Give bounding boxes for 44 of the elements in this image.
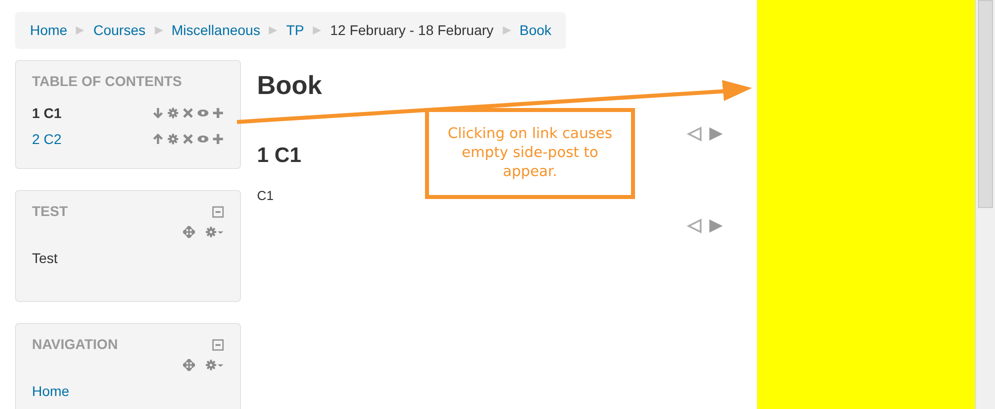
delete-icon[interactable]: [182, 107, 194, 119]
up-arrow-icon[interactable]: [152, 133, 164, 145]
settings-icon[interactable]: [167, 107, 179, 119]
block-title: TABLE OF CONTENTS: [32, 72, 183, 91]
down-arrow-icon[interactable]: [152, 107, 164, 119]
collapse-icon[interactable]: [212, 206, 224, 218]
separator-icon: [154, 25, 164, 36]
separator-icon: [502, 25, 512, 36]
toc-item[interactable]: 2 C2: [32, 128, 62, 150]
toc-item[interactable]: 1 C1: [32, 102, 62, 124]
chapter-title: 1 C1: [257, 143, 302, 168]
chapter-text: C1: [257, 187, 275, 206]
next-icon[interactable]: [708, 126, 724, 142]
settings-menu-icon[interactable]: [205, 359, 224, 371]
nav-link-item[interactable]: Home: [32, 381, 224, 402]
block-title: NAVIGATION: [32, 335, 118, 354]
block-content: Test: [32, 249, 59, 268]
previous-icon[interactable]: [686, 126, 702, 142]
eye-icon[interactable]: [197, 133, 209, 145]
scrollbar-thumb[interactable]: [978, 0, 993, 208]
breadcrumb-link[interactable]: Home: [30, 20, 68, 41]
add-icon[interactable]: [212, 133, 224, 145]
breadcrumb-link[interactable]: Courses: [93, 20, 146, 41]
move-icon[interactable]: [183, 226, 195, 238]
breadcrumb-link[interactable]: Miscellaneous: [172, 20, 260, 41]
separator-icon: [268, 25, 278, 36]
callout-text: Clicking on link causes empty side-post to appear.: [425, 108, 635, 199]
delete-icon[interactable]: [182, 133, 194, 145]
breadcrumb-link[interactable]: TP: [286, 20, 304, 41]
breadcrumb-link[interactable]: Book: [520, 20, 552, 41]
settings-menu-icon[interactable]: [205, 226, 224, 238]
move-icon[interactable]: [183, 359, 195, 371]
separator-icon: [75, 25, 86, 36]
breadcrumb-text: 12 February - 18 February: [330, 21, 494, 40]
next-icon[interactable]: [708, 218, 724, 234]
page-title: Book: [257, 70, 323, 102]
block-title: TEST: [32, 202, 68, 221]
separator-icon: [312, 25, 322, 36]
collapse-icon[interactable]: [212, 338, 224, 350]
add-icon[interactable]: [212, 107, 224, 119]
eye-icon[interactable]: [197, 107, 209, 119]
previous-icon[interactable]: [686, 218, 702, 234]
scrollbar[interactable]: [975, 0, 995, 409]
settings-icon[interactable]: [167, 133, 179, 145]
